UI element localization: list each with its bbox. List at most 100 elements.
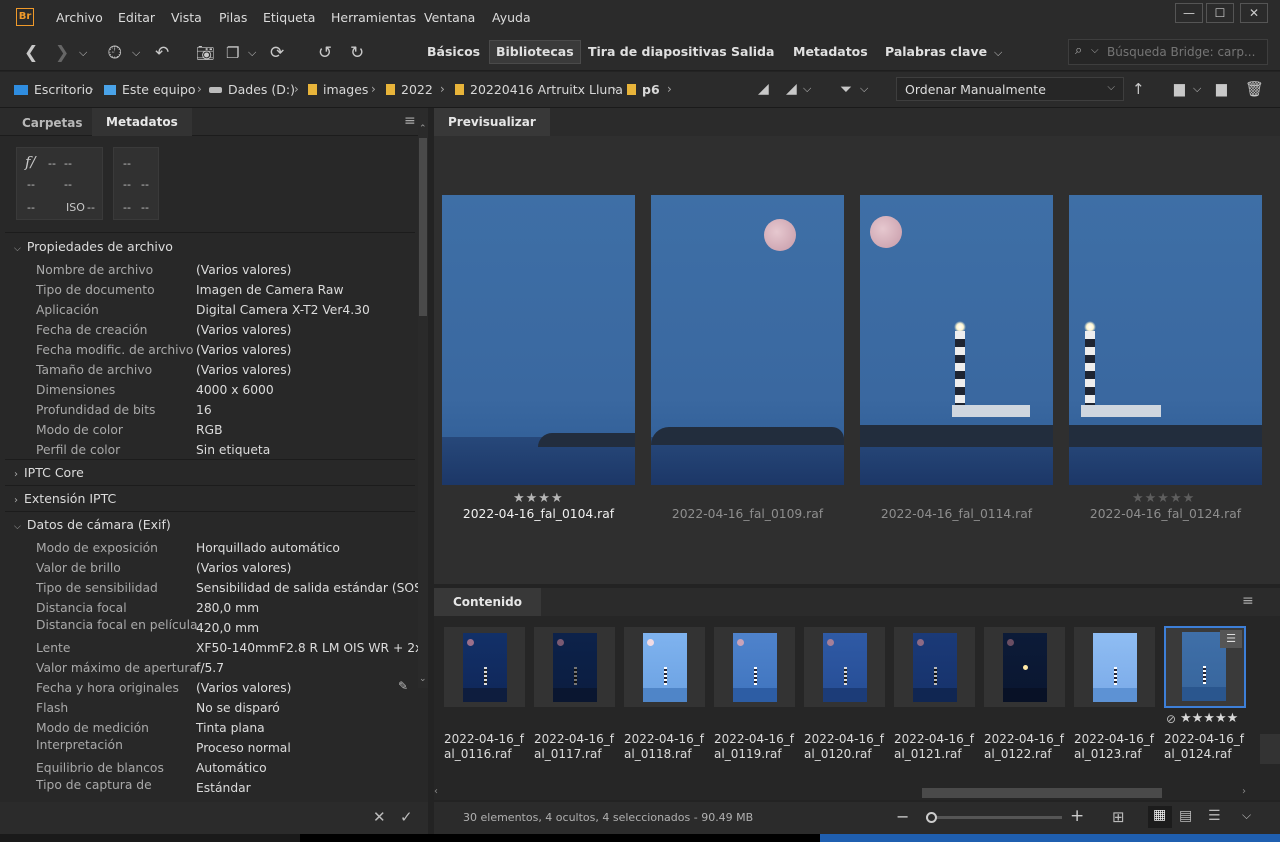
sort-ascending-icon[interactable]: ↑ (1132, 79, 1145, 99)
thumbnail[interactable] (1074, 627, 1155, 707)
view-details-icon[interactable]: ▤ (1179, 808, 1192, 824)
minimize-button[interactable]: — (1175, 3, 1203, 23)
quality-dropdown-icon[interactable]: ⌵ (803, 79, 811, 99)
breadcrumb-separator-icon[interactable]: › (371, 82, 376, 96)
breadcrumb-2022[interactable]: 2022 (386, 82, 433, 97)
scroll-left-icon[interactable]: ‹ (434, 786, 438, 797)
menu-vista[interactable]: Vista (171, 10, 202, 25)
new-folder-icon[interactable]: ▆ (1216, 79, 1227, 99)
breadcrumb-separator-icon[interactable]: › (89, 82, 94, 96)
workspace-salida[interactable]: Salida (731, 44, 774, 59)
breadcrumb-separator-icon[interactable]: › (197, 82, 202, 96)
tab-carpetas[interactable]: Carpetas (22, 116, 83, 130)
breadcrumb-separator-icon[interactable]: › (294, 82, 299, 96)
breadcrumb-separator-icon[interactable]: › (612, 82, 617, 96)
forward-icon[interactable]: ❯ (55, 43, 69, 63)
grid-lock-icon[interactable]: ⊞ (1112, 808, 1125, 826)
panel-menu-icon[interactable]: ≡ (1242, 593, 1254, 609)
recent-folder-icon[interactable]: ▆ (1174, 79, 1185, 99)
history-icon[interactable]: 🕘︎ (108, 43, 121, 63)
thumbnail-selected[interactable]: ☰ (1164, 626, 1246, 708)
refine-icon[interactable]: ⟳ (270, 43, 284, 63)
breadcrumb-p6[interactable]: p6 (627, 82, 660, 97)
cancel-icon[interactable]: ✕ (373, 808, 386, 826)
content-horizontal-scrollbar[interactable]: ‹ › (434, 786, 1260, 800)
content-vertical-scrollbar[interactable] (1260, 734, 1280, 764)
sort-dropdown[interactable]: Ordenar Manualmente ⌵ (896, 77, 1124, 101)
thumbnail[interactable] (624, 627, 705, 707)
zoom-slider-handle[interactable] (926, 812, 937, 823)
workspace-more-icon[interactable]: ⌵ (994, 43, 1002, 63)
tab-contenido[interactable]: Contenido (434, 588, 541, 616)
section-extension-iptc[interactable]: › Extensión IPTC (14, 491, 116, 506)
quality-icon[interactable]: ◢ (758, 79, 769, 99)
section-datos-camara[interactable]: ⌵ Datos de cámara (Exif) (14, 517, 171, 532)
menu-etiqueta[interactable]: Etiqueta (263, 10, 315, 25)
workspace-palabras-clave[interactable]: Palabras clave (885, 44, 987, 59)
breadcrumb-este-equipo[interactable]: Este equipo (104, 82, 196, 97)
menu-ventana[interactable]: Ventana (424, 10, 475, 25)
rating-stars[interactable]: ★★★★★ (1132, 491, 1195, 506)
filter-dropdown-icon[interactable]: ⌵ (860, 79, 868, 99)
preview-image[interactable] (442, 195, 635, 485)
tab-metadatos[interactable]: Metadatos (92, 108, 192, 136)
menu-editar[interactable]: Editar (118, 10, 155, 25)
workspace-metadatos[interactable]: Metadatos (793, 44, 868, 59)
metadata-scrollbar[interactable]: ⌃ ⌄ (418, 124, 428, 688)
history-dropdown-icon[interactable]: ⌵ (132, 43, 140, 63)
recent-folder-dropdown-icon[interactable]: ⌵ (1193, 79, 1201, 99)
thumbnail[interactable] (984, 627, 1065, 707)
view-options-dropdown-icon[interactable]: ⌵ (1242, 808, 1251, 823)
rotate-right-icon[interactable]: ↻ (350, 43, 364, 63)
zoom-slider-track[interactable] (926, 816, 1062, 819)
tab-previsualizar[interactable]: Previsualizar (434, 108, 550, 136)
menu-ayuda[interactable]: Ayuda (492, 10, 531, 25)
workspace-bibliotecas[interactable]: Bibliotecas (489, 40, 581, 64)
preview-image[interactable] (1069, 195, 1262, 485)
copy-icon[interactable]: ❐ (226, 43, 239, 63)
workspace-tira-diapositivas[interactable]: Tira de diapositivas (588, 44, 727, 59)
breadcrumb-escritorio[interactable]: Escritorio (14, 82, 93, 97)
thumbnail[interactable] (714, 627, 795, 707)
breadcrumb-images[interactable]: images (308, 82, 368, 97)
preview-image[interactable] (860, 195, 1053, 485)
scroll-down-icon[interactable]: ⌄ (419, 674, 427, 684)
rating-stars[interactable]: ★★★★ (513, 491, 564, 506)
rotate-left-icon[interactable]: ↺ (318, 43, 332, 63)
thumbnail[interactable] (534, 627, 615, 707)
rating-stars[interactable]: ★★★★★ (1180, 711, 1238, 726)
breadcrumb-separator-icon[interactable]: › (667, 82, 672, 96)
search-dropdown-icon[interactable]: ⌵ (1091, 45, 1099, 56)
scroll-up-icon[interactable]: ⌃ (419, 124, 427, 134)
menu-pilas[interactable]: Pilas (219, 10, 247, 25)
thumbnail[interactable] (444, 627, 525, 707)
zoom-in-icon[interactable]: + (1070, 806, 1084, 826)
search-input[interactable] (1107, 43, 1263, 61)
zoom-out-icon[interactable]: − (896, 807, 909, 826)
thumbnail-quality-icon[interactable]: ◢ (786, 79, 797, 99)
trash-icon[interactable]: 🗑︎ (1245, 79, 1264, 99)
scroll-right-icon[interactable]: › (1242, 786, 1246, 797)
scrollbar-thumb[interactable] (922, 788, 1162, 798)
apply-check-icon[interactable]: ✓ (400, 808, 413, 826)
maximize-button[interactable]: ☐ (1206, 3, 1234, 23)
thumbnail[interactable] (894, 627, 975, 707)
breadcrumb-separator-icon[interactable]: › (440, 82, 445, 96)
thumbnail[interactable] (804, 627, 885, 707)
filter-icon[interactable]: ⏷ (840, 79, 852, 99)
section-iptc-core[interactable]: › IPTC Core (14, 465, 84, 480)
section-propiedades-archivo[interactable]: ⌵ Propiedades de archivo (14, 239, 173, 254)
panel-menu-icon[interactable]: ≡ (404, 113, 416, 129)
breadcrumb-20220416[interactable]: 20220416 Artruitx Lluna (455, 82, 623, 97)
preview-image[interactable] (651, 195, 844, 485)
copy-dropdown-icon[interactable]: ⌵ (248, 43, 256, 63)
view-thumbnails-button[interactable]: ▦ (1148, 806, 1172, 828)
boomerang-icon[interactable]: ↶ (155, 43, 169, 63)
close-window-button[interactable]: ✕ (1240, 3, 1268, 23)
workspace-basicos[interactable]: Básicos (427, 44, 480, 59)
reject-icon[interactable]: ⊘ (1166, 712, 1176, 726)
menu-archivo[interactable]: Archivo (56, 10, 103, 25)
breadcrumb-dades[interactable]: Dades (D:) (209, 82, 295, 97)
camera-import-icon[interactable]: 📷︎ (196, 43, 215, 63)
menu-herramientas[interactable]: Herramientas (331, 10, 416, 25)
